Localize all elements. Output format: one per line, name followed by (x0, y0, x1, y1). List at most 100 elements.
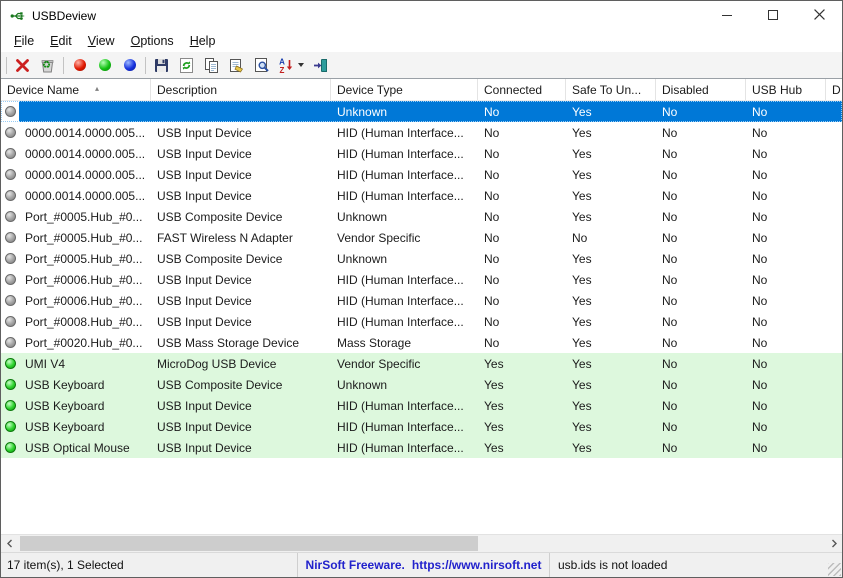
cell-safe: Yes (572, 251, 592, 266)
cell-hub: No (752, 377, 768, 392)
exit-button[interactable] (308, 54, 333, 77)
column-header-connected[interactable]: Connected (478, 79, 566, 100)
table-row[interactable]: 0000.0014.0000.005... USB Input Device HID… (1, 122, 842, 143)
column-label: Connected (484, 83, 543, 97)
cell-safe: Yes (572, 356, 592, 371)
cell-safe: Yes (572, 398, 592, 413)
properties-button[interactable] (224, 54, 249, 77)
save-button[interactable] (149, 54, 174, 77)
maximize-button[interactable] (750, 1, 796, 30)
cell-type: HID (Human Interface... (337, 440, 464, 455)
table-row[interactable]: USB Keyboard USB Input Device HID (Human I… (1, 395, 842, 416)
minimize-button[interactable] (704, 1, 750, 30)
scroll-right-arrow-icon[interactable] (825, 535, 842, 552)
cell-disabled: No (662, 230, 678, 245)
table-row[interactable]: Unknown No Yes No No (1, 101, 842, 122)
table-row[interactable]: USB Keyboard USB Composite Device Unknown Y… (1, 374, 842, 395)
cell-name: Port_#0005.Hub_#0... (25, 251, 143, 266)
cell-safe: Yes (572, 419, 592, 434)
cell-hub: No (752, 398, 768, 413)
table-row[interactable]: 0000.0014.0000.005... USB Input Device HID… (1, 164, 842, 185)
column-header-disabled[interactable]: Disabled (656, 79, 746, 100)
refresh-icon (178, 57, 195, 74)
menu-item-file[interactable]: File (6, 32, 42, 51)
sort-dropdown-caret-icon[interactable] (298, 63, 304, 67)
nirsoft-url-link[interactable]: https://www.nirsoft.net (412, 558, 542, 572)
toolbar: ♻ A Z (1, 52, 842, 79)
cell-safe: Yes (572, 167, 592, 182)
blue-ball-button[interactable] (117, 54, 142, 77)
usb-app-icon (10, 8, 26, 24)
cell-disabled: No (662, 314, 678, 329)
column-header-safe[interactable]: Safe To Un... (566, 79, 656, 100)
table-row[interactable]: Port_#0006.Hub_#0... USB Input Device HID … (1, 269, 842, 290)
table-row[interactable]: USB Keyboard USB Input Device HID (Human I… (1, 416, 842, 437)
copy-button[interactable] (199, 54, 224, 77)
cell-hub: No (752, 419, 768, 434)
cell-disabled: No (662, 293, 678, 308)
cell-disabled: No (662, 251, 678, 266)
cell-description: USB Mass Storage Device (157, 335, 300, 350)
refresh-button[interactable] (174, 54, 199, 77)
cell-hub: No (752, 146, 768, 161)
menu-item-edit[interactable]: Edit (42, 32, 80, 51)
green-ball-button[interactable] (92, 54, 117, 77)
table-row[interactable]: Port_#0005.Hub_#0... USB Composite Device… (1, 248, 842, 269)
close-button[interactable] (796, 1, 842, 30)
menu-item-help[interactable]: Help (182, 32, 224, 51)
table-row[interactable]: Port_#0020.Hub_#0... USB Mass Storage Dev… (1, 332, 842, 353)
table-row[interactable]: USB Optical Mouse USB Input Device HID (Hu… (1, 437, 842, 458)
horizontal-scrollbar[interactable] (1, 534, 842, 552)
cell-extra (826, 185, 842, 206)
table-row[interactable]: Port_#0008.Hub_#0... USB Input Device HID … (1, 311, 842, 332)
scroll-left-arrow-icon[interactable] (1, 535, 18, 552)
device-status-gray-ball-icon (1, 248, 19, 269)
red-ball-button[interactable] (67, 54, 92, 77)
table-row[interactable]: Port_#0005.Hub_#0... USB Composite Device… (1, 206, 842, 227)
cell-connected: No (484, 188, 500, 203)
device-status-green-ball-icon (1, 437, 19, 458)
table-row[interactable]: Port_#0005.Hub_#0... FAST Wireless N Adap… (1, 227, 842, 248)
cell-name: Port_#0020.Hub_#0... (25, 335, 143, 350)
sort-button[interactable]: AZ (274, 54, 308, 77)
cell-connected: No (484, 293, 500, 308)
cell-disabled: No (662, 419, 678, 434)
cell-description: USB Input Device (157, 188, 252, 203)
column-label: Safe To Un... (572, 83, 642, 97)
sort-ascending-icon: ▴ (95, 84, 100, 93)
cell-type: Vendor Specific (337, 230, 421, 245)
column-header-type[interactable]: Device Type (331, 79, 478, 100)
uninstall-button[interactable] (10, 54, 35, 77)
column-header-hub[interactable]: USB Hub (746, 79, 826, 100)
nirsoft-panel[interactable]: NirSoft Freeware. https://www.nirsoft.ne… (297, 553, 549, 577)
cell-name: Port_#0006.Hub_#0... (25, 272, 143, 287)
scrollbar-thumb[interactable] (20, 536, 478, 551)
device-status-green-ball-icon (1, 353, 19, 374)
table-row[interactable]: UMI V4 MicroDog USB Device Vendor Specific… (1, 353, 842, 374)
cell-extra (826, 437, 842, 458)
toolbar-grip (6, 56, 7, 74)
column-label: Description (157, 83, 218, 97)
column-header-name[interactable]: Device Name ▴ (1, 79, 151, 100)
cell-type: HID (Human Interface... (337, 167, 464, 182)
cell-disabled: No (662, 167, 678, 182)
cell-description: USB Input Device (157, 272, 252, 287)
menu-item-view[interactable]: View (80, 32, 123, 51)
recycle-button[interactable]: ♻ (35, 54, 60, 77)
menu-item-options[interactable]: Options (123, 32, 182, 51)
cell-name: Port_#0005.Hub_#0... (25, 209, 143, 224)
cell-type: HID (Human Interface... (337, 419, 464, 434)
minimize-icon (722, 7, 732, 25)
cell-type: HID (Human Interface... (337, 314, 464, 329)
column-label: Device Name (7, 83, 80, 97)
cell-hub: No (746, 101, 826, 122)
table-row[interactable]: 0000.0014.0000.005... USB Input Device HID… (1, 185, 842, 206)
column-header-description[interactable]: Description (151, 79, 331, 100)
resize-grip[interactable] (828, 563, 841, 576)
device-status-gray-ball-icon (1, 227, 19, 248)
table-row[interactable]: 0000.0014.0000.005... USB Input Device HID… (1, 143, 842, 164)
table-row[interactable]: Port_#0006.Hub_#0... USB Input Device HID … (1, 290, 842, 311)
column-header-extra[interactable]: D (826, 79, 842, 100)
find-button[interactable] (249, 54, 274, 77)
status-bar: 17 item(s), 1 Selected NirSoft Freeware.… (1, 552, 842, 577)
